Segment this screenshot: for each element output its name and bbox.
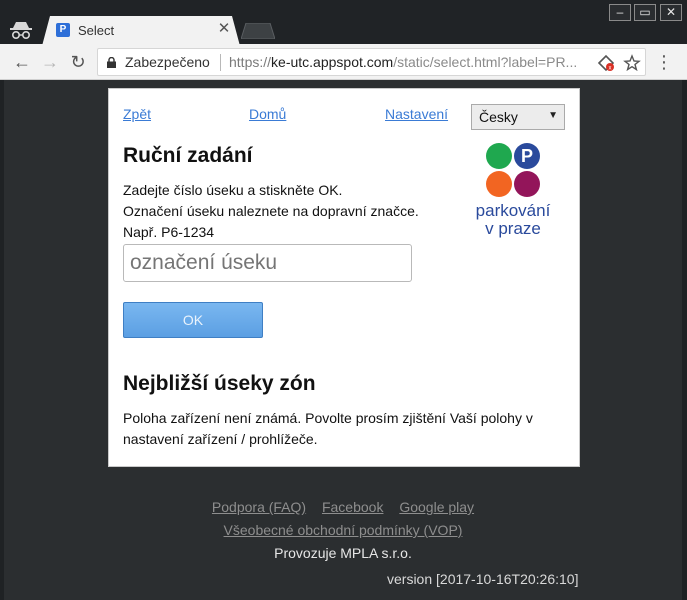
- home-link[interactable]: Domů: [249, 106, 286, 122]
- reload-icon[interactable]: ↻: [68, 52, 88, 72]
- minimize-icon[interactable]: –: [609, 4, 631, 21]
- url-scheme: https://: [229, 54, 272, 70]
- incognito-icon: [10, 22, 32, 40]
- forward-arrow-icon[interactable]: →: [40, 52, 60, 72]
- url-path: /static/select.html?label=PR...: [393, 54, 578, 70]
- tab-title: Select: [78, 23, 115, 38]
- version-text: version [2017-10-16T20:26:10]: [387, 571, 579, 587]
- language-select[interactable]: Česky ▼: [471, 104, 565, 130]
- ok-button[interactable]: OK: [123, 302, 263, 338]
- segment-input[interactable]: [123, 244, 412, 282]
- terms-link[interactable]: Všeobecné obchodní podmínky (VOP): [224, 522, 463, 538]
- faq-link[interactable]: Podpora (FAQ): [212, 499, 306, 515]
- omnibox-divider: [220, 54, 221, 71]
- back-link[interactable]: Zpět: [123, 106, 151, 122]
- location-unknown-message: Poloha zařízení není známá. Povolte pros…: [123, 410, 533, 447]
- operator-text: Provozuje MPLA s.r.o.: [274, 545, 412, 561]
- tab-select[interactable]: P Select ✕: [42, 16, 242, 46]
- browser-titlebar: P Select ✕ – ▭ ✕: [0, 0, 687, 46]
- logo-text-line2: v praze: [485, 219, 541, 238]
- browser-toolbar: ← → ↻ Zabezpečeno https://ke-utc.appspot…: [0, 44, 687, 80]
- address-bar[interactable]: Zabezpečeno https://ke-utc.appspot.com/s…: [97, 48, 646, 76]
- bookmark-star-icon[interactable]: [623, 54, 641, 72]
- help-text-line1: Zadejte číslo úseku a stiskněte OK.: [123, 182, 343, 198]
- manual-entry-title: Ruční zadání: [123, 144, 253, 167]
- main-card: Zpět Domů Nastavení Česky ▼ Ruční zadání…: [108, 88, 580, 467]
- maximize-icon[interactable]: ▭: [634, 4, 656, 21]
- facebook-link[interactable]: Facebook: [322, 499, 383, 515]
- nearest-zones-title: Nejbližší úseky zón: [123, 372, 316, 395]
- close-tab-icon[interactable]: ✕: [215, 20, 233, 38]
- page-background: Zpět Domů Nastavení Česky ▼ Ruční zadání…: [4, 80, 682, 600]
- lock-icon: [107, 57, 116, 68]
- chevron-down-icon: ▼: [548, 110, 558, 121]
- help-text-line2: Označení úseku naleznete na dopravní zna…: [123, 203, 419, 219]
- google-play-link[interactable]: Google play: [399, 499, 474, 515]
- svg-text:x: x: [609, 66, 612, 72]
- logo-text-line1: parkování: [476, 201, 551, 220]
- url-text: https://ke-utc.appspot.com/static/select…: [229, 54, 589, 70]
- security-label: Zabezpečeno: [125, 54, 210, 70]
- footer-links: Podpora (FAQ) Facebook Google play Všeob…: [4, 499, 682, 561]
- svg-text:P: P: [521, 146, 533, 166]
- back-arrow-icon[interactable]: ←: [12, 52, 32, 72]
- settings-link[interactable]: Nastavení: [385, 106, 448, 122]
- favicon-icon: P: [56, 23, 70, 37]
- language-value: Česky: [479, 109, 518, 125]
- help-text-example: Např. P6-1234: [123, 224, 215, 240]
- location-blocked-icon[interactable]: x: [597, 54, 615, 72]
- url-host: ke-utc.appspot.com: [271, 54, 394, 70]
- menu-dots-icon[interactable]: ⋮: [654, 52, 674, 72]
- new-tab-icon[interactable]: [241, 23, 275, 39]
- close-icon[interactable]: ✕: [660, 4, 682, 21]
- parkovani-logo: P parkování v praze: [476, 143, 551, 238]
